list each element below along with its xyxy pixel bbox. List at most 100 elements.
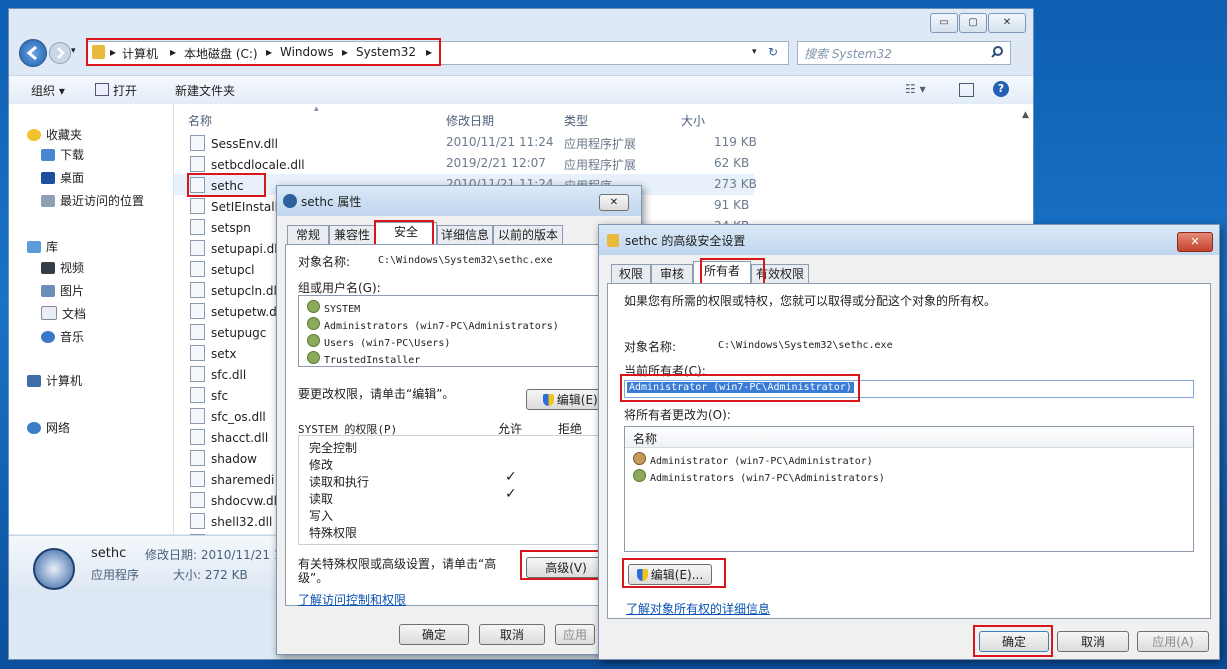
apply-button[interactable]: 应用 bbox=[555, 624, 595, 645]
open-button[interactable]: 打开 bbox=[113, 82, 137, 99]
owner-list[interactable]: 名称 Administrator (win7-PC\Administrator)… bbox=[624, 426, 1194, 552]
sort-ascending-icon: ▴ bbox=[314, 104, 319, 114]
nav-desktop[interactable]: 桌面 bbox=[41, 169, 84, 186]
file-name: shdocvw.dl bbox=[190, 492, 277, 508]
group-item-system[interactable]: SYSTEM bbox=[307, 300, 360, 315]
address-dropdown-icon[interactable]: ▾ bbox=[752, 47, 757, 57]
nav-label: 视频 bbox=[60, 261, 85, 275]
file-icon bbox=[190, 408, 205, 424]
advanced-button[interactable]: 高级(V) bbox=[526, 557, 606, 578]
nav-computer[interactable]: 计算机 bbox=[27, 372, 82, 389]
nav-network[interactable]: 网络 bbox=[27, 419, 70, 436]
file-icon bbox=[190, 429, 205, 445]
file-row[interactable]: setbcdlocale.dll 2019/2/21 12:07 应用程序扩展 62 … bbox=[174, 153, 754, 174]
column-name[interactable]: 名称 bbox=[188, 112, 212, 129]
back-button[interactable] bbox=[19, 39, 47, 67]
cancel-button[interactable]: 取消 bbox=[1057, 631, 1129, 652]
details-name: sethc bbox=[91, 546, 127, 561]
dialog-title: sethc 属性 bbox=[301, 195, 362, 209]
owner-item-administrator[interactable]: Administrator (win7-PC\Administrator) bbox=[633, 452, 873, 467]
column-name[interactable]: 名称 bbox=[633, 430, 657, 447]
nav-downloads[interactable]: 下载 bbox=[41, 146, 84, 163]
breadcrumb-computer[interactable]: 计算机 bbox=[122, 45, 158, 62]
column-modified[interactable]: 修改日期 bbox=[446, 112, 494, 129]
learn-ownership-link[interactable]: 了解对象所有权的详细信息 bbox=[626, 600, 770, 617]
breadcrumb-windows[interactable]: Windows bbox=[280, 45, 334, 59]
group-item-trustedinstaller[interactable]: TrustedInstaller bbox=[307, 351, 420, 366]
nav-pictures[interactable]: 图片 bbox=[41, 282, 84, 299]
tab-details[interactable]: 详细信息 bbox=[437, 225, 493, 244]
user-group-icon bbox=[307, 334, 320, 347]
maximize-button[interactable]: ▢ bbox=[959, 13, 987, 33]
breadcrumb-separator[interactable]: ▸ bbox=[342, 45, 348, 59]
minimize-button[interactable]: ▭ bbox=[930, 13, 958, 33]
file-icon bbox=[190, 345, 205, 361]
breadcrumb-separator[interactable]: ▸ bbox=[426, 45, 432, 59]
close-button[interactable]: ✕ bbox=[1177, 232, 1213, 252]
refresh-icon[interactable]: ↻ bbox=[768, 45, 778, 59]
column-type[interactable]: 类型 bbox=[564, 112, 588, 129]
uac-shield-icon bbox=[636, 569, 648, 581]
star-icon bbox=[27, 129, 41, 141]
tab-security[interactable]: 安全 bbox=[375, 222, 437, 244]
file-name: sfc.dll bbox=[190, 366, 246, 382]
file-row[interactable]: SessEnv.dll 2010/11/21 11:24 应用程序扩展 119 KB bbox=[174, 132, 757, 153]
file-modified: 2019/2/21 12:07 bbox=[446, 156, 546, 170]
breadcrumb-system32[interactable]: System32 bbox=[356, 45, 416, 59]
search-input[interactable]: 搜索 System32 bbox=[797, 41, 1011, 65]
file-name: shell32.dll bbox=[190, 513, 272, 529]
breadcrumb-separator[interactable]: ▸ bbox=[110, 45, 116, 59]
search-icon[interactable] bbox=[990, 45, 1004, 59]
user-group-icon bbox=[307, 351, 320, 364]
new-folder-button[interactable]: 新建文件夹 bbox=[175, 82, 235, 99]
breadcrumb-separator[interactable]: ▸ bbox=[266, 45, 272, 59]
nav-libraries[interactable]: 库 bbox=[27, 238, 58, 255]
file-icon bbox=[190, 450, 205, 466]
cancel-button[interactable]: 取消 bbox=[479, 624, 545, 645]
address-bar[interactable]: ▸ 计算机 ▸ 本地磁盘 (C:) ▸ Windows ▸ System32 ▸… bbox=[87, 41, 789, 65]
file-modified: 2010/11/21 11:24 bbox=[446, 135, 554, 149]
nav-music[interactable]: 音乐 bbox=[41, 328, 84, 345]
breadcrumb-separator[interactable]: ▸ bbox=[170, 45, 176, 59]
owner-item-administrators[interactable]: Administrators (win7-PC\Administrators) bbox=[633, 469, 885, 484]
check-icon: ✓ bbox=[505, 486, 517, 502]
tab-compatibility[interactable]: 兼容性 bbox=[329, 225, 375, 244]
group-list[interactable]: SYSTEM Administrators (win7-PC\Administr… bbox=[298, 295, 628, 367]
perm-modify: 修改 bbox=[309, 458, 334, 472]
close-button[interactable]: ✕ bbox=[988, 13, 1026, 33]
current-owner-field[interactable]: Administrator (win7-PC\Administrator) bbox=[624, 380, 1194, 398]
close-button[interactable]: ✕ bbox=[599, 194, 629, 211]
scroll-up-icon[interactable]: ▲ bbox=[1022, 110, 1029, 120]
nav-documents[interactable]: 文档 bbox=[41, 305, 86, 322]
file-icon bbox=[190, 198, 205, 214]
help-icon[interactable]: ? bbox=[993, 81, 1009, 97]
nav-videos[interactable]: 视频 bbox=[41, 259, 84, 276]
breadcrumb-drive[interactable]: 本地磁盘 (C:) bbox=[184, 45, 258, 62]
file-icon bbox=[190, 282, 205, 298]
ok-button[interactable]: 确定 bbox=[979, 631, 1049, 652]
file-name-text: SessEnv.dll bbox=[211, 137, 278, 151]
nav-favorites[interactable]: 收藏夹 bbox=[27, 126, 82, 143]
organize-button[interactable]: 组织 ▾ bbox=[31, 82, 65, 99]
preview-pane-icon[interactable] bbox=[959, 83, 974, 97]
learn-access-control-link[interactable]: 了解访问控制和权限 bbox=[298, 591, 406, 608]
nav-recent[interactable]: 最近访问的位置 bbox=[41, 192, 144, 209]
tab-general[interactable]: 常规 bbox=[287, 225, 329, 244]
file-type: 应用程序扩展 bbox=[564, 158, 637, 172]
tab-permissions[interactable]: 权限 bbox=[611, 264, 651, 283]
apply-button[interactable]: 应用(A) bbox=[1137, 631, 1209, 652]
view-options-icon[interactable]: ☷ ▾ bbox=[905, 82, 926, 96]
tab-effective-permissions[interactable]: 有效权限 bbox=[751, 264, 809, 283]
tab-previous-versions[interactable]: 以前的版本 bbox=[493, 225, 563, 244]
tab-auditing[interactable]: 审核 bbox=[651, 264, 693, 283]
forward-button[interactable] bbox=[49, 42, 71, 64]
group-item-administrators[interactable]: Administrators (win7-PC\Administrators) bbox=[307, 317, 559, 332]
file-name: setupetw.d bbox=[190, 303, 277, 319]
ok-button[interactable]: 确定 bbox=[399, 624, 469, 645]
group-item-users[interactable]: Users (win7-PC\Users) bbox=[307, 334, 450, 349]
tab-owner[interactable]: 所有者 bbox=[693, 261, 751, 283]
history-dropdown-icon[interactable]: ▾ bbox=[71, 46, 76, 56]
column-size[interactable]: 大小 bbox=[681, 112, 705, 129]
music-icon bbox=[41, 331, 55, 343]
edit-owner-button[interactable]: 编辑(E)... bbox=[628, 564, 712, 585]
